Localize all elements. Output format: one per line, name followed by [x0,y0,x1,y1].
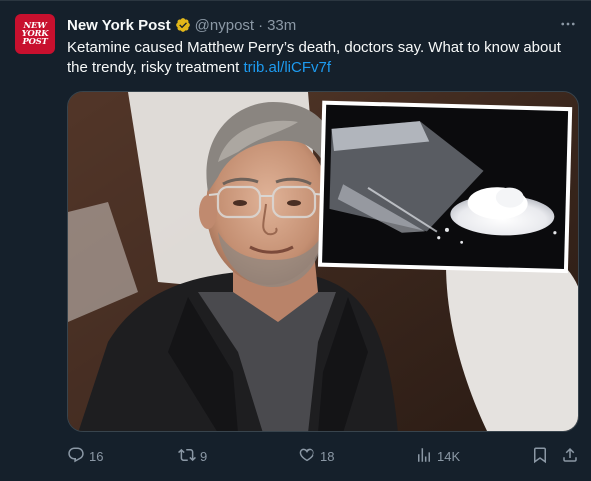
account-handle[interactable]: @nypost [195,17,254,34]
bookmark-button[interactable] [531,444,549,468]
bookmark-icon [531,446,549,467]
divider [0,0,591,1]
like-count: 18 [320,448,335,464]
tweet-text: Ketamine caused Matthew Perry’s death, d… [67,38,579,78]
tweet-header: New York Post @nypost · 33m [67,15,579,35]
more-icon[interactable] [557,14,579,34]
action-bar: 16 9 18 14K [67,444,583,468]
tweet-link[interactable]: trib.al/liCFv7f [243,59,331,76]
separator-dot: · [258,16,264,34]
retweet-button[interactable]: 9 [178,444,207,468]
avatar-line-3: POST [22,37,48,47]
reply-icon [67,446,85,467]
like-button[interactable]: 18 [298,444,334,468]
tweet-card[interactable]: NEW YORK POST New York Post @nypost · 33… [0,0,591,481]
reply-count: 16 [89,448,104,464]
account-name[interactable]: New York Post [67,17,171,34]
avatar[interactable]: NEW YORK POST [15,14,55,54]
retweet-icon [178,446,196,467]
share-icon [561,446,579,467]
share-button[interactable] [561,444,579,468]
like-icon [298,446,316,467]
verified-badge-icon[interactable] [175,17,191,33]
timestamp[interactable]: 33m [267,17,296,34]
views-icon [415,446,433,467]
tweet-media[interactable] [67,91,579,432]
views-button[interactable]: 14K [415,444,460,468]
views-count: 14K [437,448,461,464]
retweet-count: 9 [200,448,208,464]
reply-button[interactable]: 16 [67,444,103,468]
media-image [68,92,578,431]
